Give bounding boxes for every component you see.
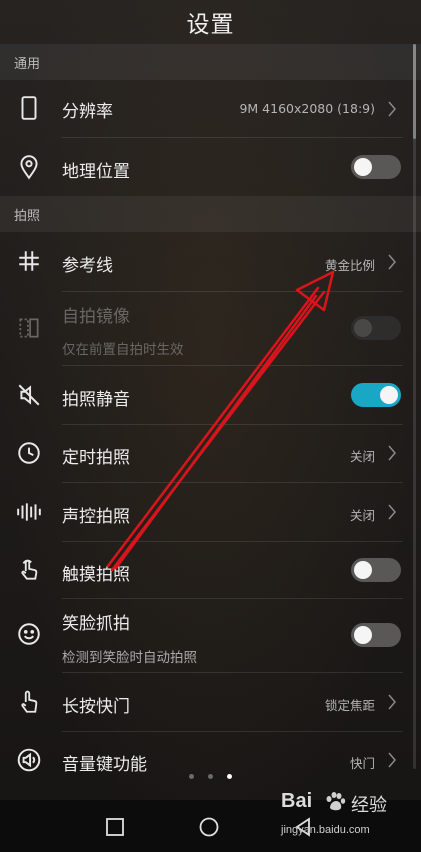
setting-label: 自拍镜像 bbox=[62, 307, 130, 327]
toggle-knob bbox=[354, 626, 372, 644]
setting-label: 地理位置 bbox=[62, 162, 130, 182]
smile-toggle[interactable] bbox=[351, 623, 401, 647]
baidu-jingyan-watermark: Bai 经验 jingyan.baidu.com bbox=[281, 790, 413, 850]
page-dot[interactable] bbox=[189, 774, 194, 779]
phone-portrait-icon bbox=[16, 95, 42, 121]
setting-value: 锁定焦距 bbox=[324, 698, 375, 713]
setting-value: 快门 bbox=[349, 756, 375, 771]
setting-smile[interactable]: 笑脸抓拍 检测到笑脸时自动拍照 bbox=[0, 599, 421, 671]
section-header-photo: 拍照 bbox=[0, 196, 421, 232]
sound-wave-icon bbox=[16, 499, 42, 525]
page-title: 设置 bbox=[186, 12, 235, 38]
hand-press-icon bbox=[16, 689, 42, 715]
page-dot-active[interactable] bbox=[227, 774, 232, 779]
setting-label: 拍照静音 bbox=[62, 390, 130, 410]
setting-mute[interactable]: 拍照静音 bbox=[0, 366, 421, 424]
smile-face-icon bbox=[16, 621, 42, 647]
section-label: 通用 bbox=[14, 56, 41, 72]
setting-touch[interactable]: 触摸拍照 bbox=[0, 542, 421, 598]
setting-long-press[interactable]: 长按快门 锁定焦距 bbox=[0, 673, 421, 731]
recent-apps-icon[interactable] bbox=[104, 816, 126, 838]
setting-label: 音量键功能 bbox=[62, 755, 147, 775]
setting-sublabel: 检测到笑脸时自动拍照 bbox=[62, 650, 197, 666]
setting-label: 长按快门 bbox=[62, 697, 130, 717]
watermark-brand-suffix: 经验 bbox=[351, 795, 387, 816]
setting-label: 参考线 bbox=[62, 256, 113, 276]
paw-icon bbox=[323, 790, 347, 814]
section-header-general: 通用 bbox=[0, 44, 421, 80]
setting-location[interactable]: 地理位置 bbox=[0, 138, 421, 196]
setting-timer[interactable]: 定时拍照 关闭 bbox=[0, 425, 421, 481]
setting-sublabel: 仅在前置自拍时生效 bbox=[62, 342, 184, 358]
setting-gridline[interactable]: 参考线 黄金比例 bbox=[0, 232, 421, 290]
section-label: 拍照 bbox=[14, 208, 41, 224]
setting-label: 定时拍照 bbox=[62, 448, 130, 468]
scrollbar-thumb[interactable] bbox=[413, 44, 416, 139]
selfie-mirror-toggle bbox=[351, 316, 401, 340]
page-dot[interactable] bbox=[208, 774, 213, 779]
setting-value: 关闭 bbox=[349, 508, 375, 523]
location-pin-icon bbox=[16, 154, 42, 180]
toggle-knob bbox=[354, 319, 372, 337]
setting-value: 关闭 bbox=[349, 449, 375, 464]
setting-value: 9M 4160x2080 (18:9) bbox=[239, 101, 375, 116]
chevron-right-icon bbox=[387, 694, 397, 710]
chevron-right-icon bbox=[387, 752, 397, 768]
home-icon[interactable] bbox=[198, 816, 220, 838]
grid-hash-icon bbox=[16, 248, 42, 274]
mute-toggle[interactable] bbox=[351, 383, 401, 407]
scrollbar[interactable] bbox=[413, 44, 416, 769]
volume-key-icon bbox=[16, 747, 42, 773]
title-bar: 设置 bbox=[0, 0, 421, 44]
chevron-right-icon bbox=[387, 504, 397, 520]
setting-label: 触摸拍照 bbox=[62, 565, 130, 585]
toggle-knob bbox=[380, 386, 398, 404]
page-indicator bbox=[0, 774, 421, 779]
watermark-url: jingyan.baidu.com bbox=[281, 824, 370, 836]
setting-value: 黄金比例 bbox=[324, 258, 375, 273]
clock-icon bbox=[16, 440, 42, 466]
toggle-knob bbox=[354, 158, 372, 176]
watermark-brand: Bai bbox=[281, 790, 313, 812]
chevron-right-icon bbox=[387, 445, 397, 461]
setting-volume-key[interactable]: 音量键功能 快门 bbox=[0, 732, 421, 788]
touch-finger-icon bbox=[16, 557, 42, 583]
speaker-mute-icon bbox=[16, 382, 42, 408]
touch-toggle[interactable] bbox=[351, 558, 401, 582]
setting-label: 分辨率 bbox=[62, 102, 113, 122]
setting-label: 声控拍照 bbox=[62, 507, 130, 527]
setting-voice[interactable]: 声控拍照 关闭 bbox=[0, 483, 421, 541]
toggle-knob bbox=[354, 561, 372, 579]
mirror-icon bbox=[16, 315, 42, 341]
setting-label: 笑脸抓拍 bbox=[62, 614, 130, 634]
chevron-right-icon bbox=[387, 254, 397, 270]
setting-resolution[interactable]: 分辨率 9M 4160x2080 (18:9) bbox=[0, 80, 421, 136]
setting-selfie-mirror: 自拍镜像 仅在前置自拍时生效 bbox=[0, 292, 421, 364]
location-toggle[interactable] bbox=[351, 155, 401, 179]
chevron-right-icon bbox=[387, 101, 397, 117]
